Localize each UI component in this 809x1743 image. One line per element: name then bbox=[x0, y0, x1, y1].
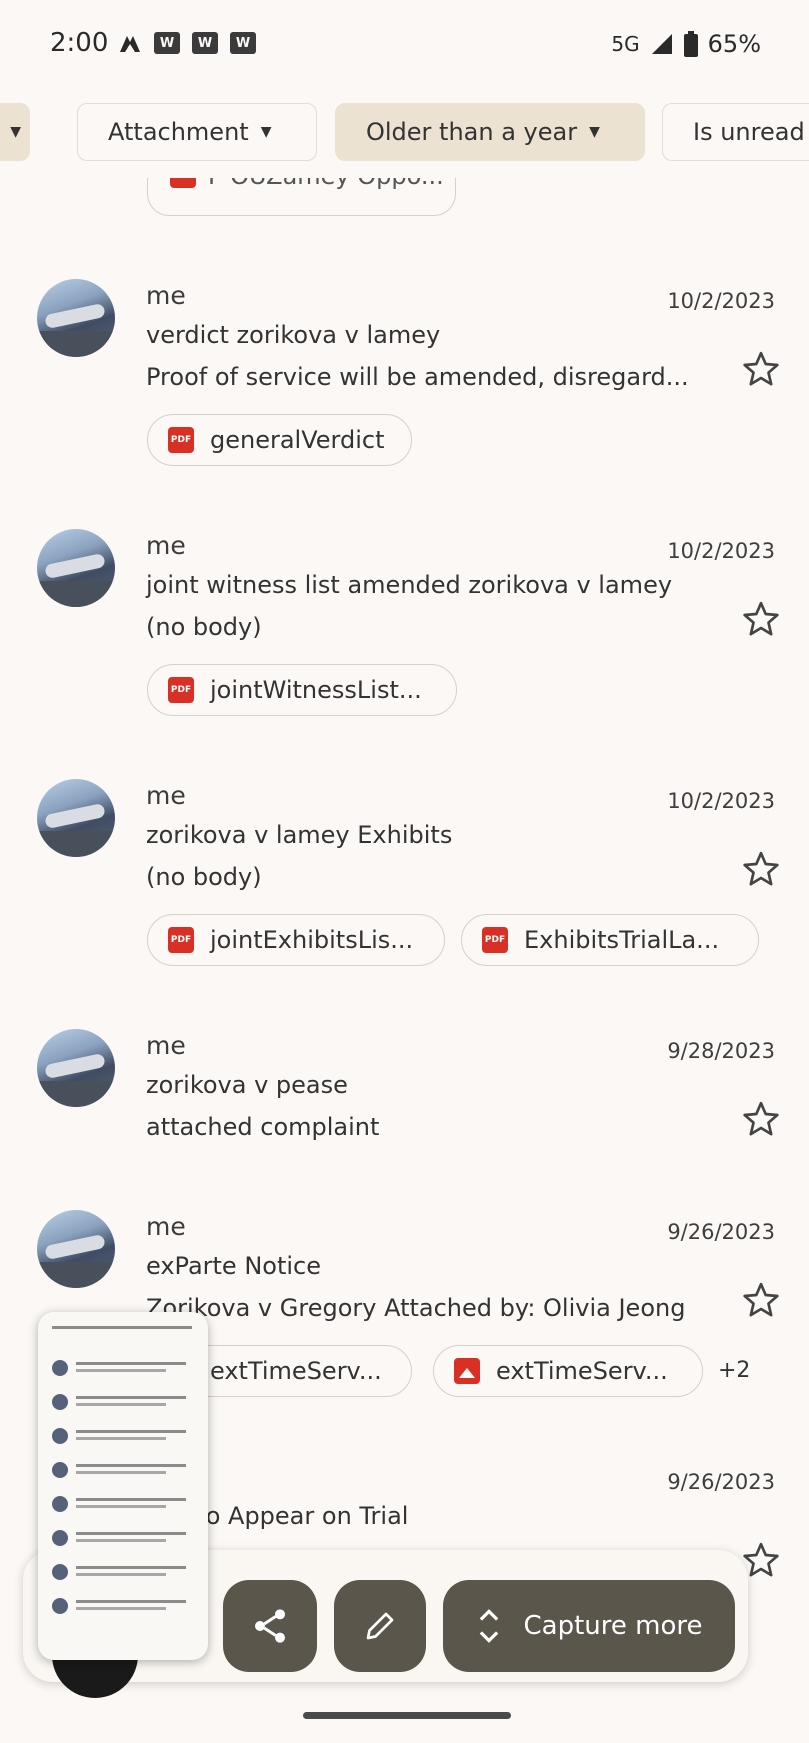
battery-icon bbox=[683, 31, 698, 57]
image-icon bbox=[454, 1358, 480, 1384]
star-icon[interactable] bbox=[741, 599, 781, 639]
battery-percent: 65% bbox=[707, 30, 761, 58]
avatar bbox=[37, 279, 115, 357]
attachment-name: ExhibitsTrialLa... bbox=[524, 926, 720, 954]
pencil-icon bbox=[366, 1612, 394, 1640]
thumbnail-row bbox=[48, 1528, 198, 1554]
attachment-chip[interactable]: extTimeServ... bbox=[433, 1345, 703, 1397]
email-sender: me bbox=[146, 531, 186, 560]
filter-chip-unread[interactable]: Is unread bbox=[662, 103, 809, 161]
filter-chip-older[interactable]: Older than a year ▼ bbox=[335, 103, 645, 161]
email-date: 10/2/2023 bbox=[667, 789, 775, 813]
email-subject: verdict zorikova v lamey bbox=[146, 321, 441, 349]
email-date: 9/26/2023 bbox=[667, 1470, 775, 1494]
thumbnail-row bbox=[48, 1460, 198, 1486]
capture-more-label: Capture more bbox=[523, 1611, 703, 1641]
thumbnail-row bbox=[48, 1596, 198, 1622]
attachment-name: jointExhibitsLis... bbox=[210, 926, 414, 954]
attachment-chip[interactable]: PDF jointExhibitsLis... bbox=[147, 914, 445, 966]
pdf-icon: PDF bbox=[168, 427, 194, 453]
chevron-down-icon: ▼ bbox=[589, 124, 600, 140]
attachment-name: generalVerdict bbox=[210, 426, 385, 454]
attachment-name: extTimeServ... bbox=[496, 1357, 668, 1385]
thumbnail-row bbox=[48, 1358, 198, 1384]
pdf-icon bbox=[170, 178, 196, 188]
email-subject: zorikova v pease bbox=[146, 1071, 348, 1099]
email-sender: me bbox=[146, 281, 186, 310]
app-notification-icon bbox=[120, 36, 140, 52]
email-date: 10/2/2023 bbox=[667, 289, 775, 313]
star-icon[interactable] bbox=[741, 349, 781, 389]
email-date: 10/2/2023 bbox=[667, 539, 775, 563]
avatar bbox=[37, 1210, 115, 1288]
network-label: 5G bbox=[611, 32, 640, 56]
star-icon[interactable] bbox=[741, 849, 781, 889]
email-snippet: Zorikova v Gregory Attached by: Olivia J… bbox=[146, 1294, 686, 1322]
attachment-chip[interactable]: PDF jointWitnessList... bbox=[147, 664, 457, 716]
partial-attachment-label: P OUZamey Oppo... bbox=[208, 178, 444, 190]
avatar bbox=[37, 1029, 115, 1107]
filter-chips: ▼ Attachment ▼ Older than a year ▼ Is un… bbox=[0, 103, 809, 163]
screenshot-thumbnail[interactable] bbox=[38, 1312, 208, 1660]
attachment-name: jointWitnessList... bbox=[210, 676, 422, 704]
thumbnail-row bbox=[48, 1392, 198, 1418]
chevron-down-icon: ▼ bbox=[260, 124, 272, 140]
filter-chip-label: Older than a year bbox=[366, 118, 578, 146]
attachment-chip[interactable]: PDF ExhibitsTrialLa... bbox=[461, 914, 759, 966]
email-row[interactable]: me 9/28/2023 zorikova v pease attached c… bbox=[0, 1029, 809, 1189]
email-date: 9/26/2023 bbox=[667, 1220, 775, 1244]
status-right: 5G 65% bbox=[611, 30, 761, 58]
email-snippet: (no body) bbox=[146, 613, 262, 641]
filter-chip-partial[interactable]: ▼ bbox=[0, 103, 30, 161]
star-icon[interactable] bbox=[741, 1280, 781, 1320]
chevron-down-icon: ▼ bbox=[10, 124, 21, 140]
pdf-icon: PDF bbox=[168, 927, 194, 953]
partial-attachment-chip[interactable]: P OUZamey Oppo... bbox=[147, 178, 456, 216]
email-subject: joint witness list amended zorikova v la… bbox=[146, 571, 673, 599]
pdf-icon: PDF bbox=[168, 677, 194, 703]
share-icon bbox=[255, 1609, 285, 1643]
more-attachments-count: +2 bbox=[718, 1358, 751, 1383]
email-sender: me bbox=[146, 781, 186, 810]
thumbnail-row bbox=[48, 1494, 198, 1520]
w-notification-icon: W bbox=[192, 32, 218, 54]
share-button[interactable] bbox=[223, 1580, 317, 1672]
star-icon[interactable] bbox=[741, 1099, 781, 1139]
home-indicator[interactable] bbox=[303, 1712, 511, 1719]
email-snippet: (no body) bbox=[146, 863, 262, 891]
filter-chip-label: Is unread bbox=[693, 118, 805, 146]
email-sender: me bbox=[146, 1031, 186, 1060]
status-time: 2:00 bbox=[50, 28, 109, 58]
email-subject: exParte Notice bbox=[146, 1252, 321, 1280]
thumbnail-row bbox=[48, 1322, 198, 1348]
attachment-name: extTimeServ... bbox=[210, 1357, 382, 1385]
email-snippet: attached complaint bbox=[146, 1113, 380, 1141]
email-row[interactable]: me 10/2/2023 joint witness list amended … bbox=[0, 529, 809, 769]
email-subject: zorikova v lamey Exhibits bbox=[146, 821, 453, 849]
email-row[interactable]: me 10/2/2023 verdict zorikova v lamey Pr… bbox=[0, 279, 809, 519]
filter-chip-label: Attachment bbox=[108, 118, 249, 146]
thumbnail-row bbox=[48, 1426, 198, 1452]
status-bar: 2:00 W W W 5G 65% bbox=[0, 0, 809, 95]
email-sender: me bbox=[146, 1212, 186, 1241]
email-snippet: Proof of service will be amended, disreg… bbox=[146, 363, 689, 391]
attachment-chip[interactable]: PDF generalVerdict bbox=[147, 414, 412, 466]
capture-more-button[interactable]: Capture more bbox=[443, 1580, 735, 1672]
filter-chip-attachment[interactable]: Attachment ▼ bbox=[77, 103, 317, 161]
thumbnail-row bbox=[48, 1562, 198, 1588]
w-notification-icon: W bbox=[230, 32, 256, 54]
avatar bbox=[37, 779, 115, 857]
avatar bbox=[37, 529, 115, 607]
edit-button[interactable] bbox=[334, 1580, 426, 1672]
notification-icons: W W W bbox=[118, 32, 256, 54]
expand-vertical-icon bbox=[479, 1609, 498, 1643]
email-row[interactable]: me 10/2/2023 zorikova v lamey Exhibits (… bbox=[0, 779, 809, 1019]
email-date: 9/28/2023 bbox=[667, 1039, 775, 1063]
pdf-icon: PDF bbox=[482, 927, 508, 953]
w-notification-icon: W bbox=[154, 32, 180, 54]
signal-icon bbox=[651, 34, 672, 54]
